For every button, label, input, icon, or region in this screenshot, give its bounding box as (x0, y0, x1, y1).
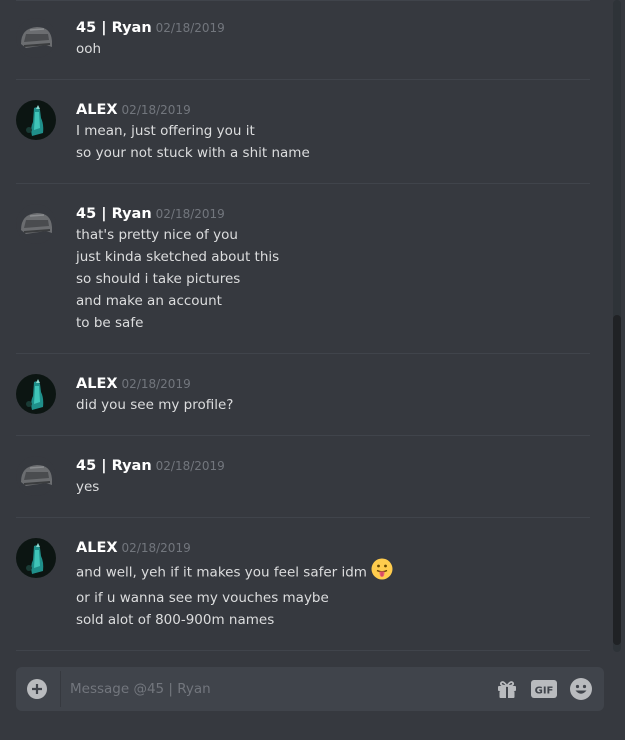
helmet-avatar[interactable] (16, 456, 56, 496)
message-composer: GIF (16, 667, 604, 711)
helmet-avatar[interactable] (16, 18, 56, 58)
message-line: yes (76, 479, 100, 495)
message-author[interactable]: 45 | Ryan (76, 206, 152, 222)
message-group: ALEX 02/18/2019 did you see my profile? (16, 354, 590, 436)
message-author[interactable]: ALEX (76, 102, 118, 118)
scrollbar-thumb[interactable] (613, 315, 621, 645)
message-line: or if u wanna see my vouches maybe (76, 590, 329, 606)
tongue-out-emoji-icon[interactable] (371, 558, 393, 587)
svg-text:GIF: GIF (535, 686, 554, 697)
plus-circle-icon[interactable] (26, 678, 48, 700)
message-group: 45 | Ryan 02/18/2019 ooh (16, 0, 590, 80)
message-group: 45 | Ryan 02/18/2019 yes (16, 436, 590, 518)
alex-avatar[interactable] (16, 538, 56, 578)
message-author[interactable]: 45 | Ryan (76, 20, 152, 36)
smiley-icon[interactable] (569, 677, 593, 701)
message-group: 45 | Ryan 02/18/2019 that's pretty nice o… (16, 184, 590, 354)
message-line: sold alot of 800-900m names (76, 612, 275, 628)
message-group: ALEX 02/18/2019 and well, yeh if it makes… (16, 518, 590, 651)
message-line: to be safe (76, 315, 144, 331)
message-line: so should i take pictures (76, 271, 241, 287)
alex-avatar[interactable] (16, 100, 56, 140)
message-line: ooh (76, 41, 102, 57)
message-author[interactable]: ALEX (76, 376, 118, 392)
alex-avatar[interactable] (16, 374, 56, 414)
gif-icon[interactable]: GIF (531, 679, 557, 699)
message-line: I mean, just offering you it (76, 123, 255, 139)
message-line: so your not stuck with a shit name (76, 145, 310, 161)
message-author[interactable]: 45 | Ryan (76, 458, 152, 474)
message-line-text: and well, yeh if it makes you feel safer… (76, 564, 367, 581)
message-group: ALEX 02/18/2019 I mean, just offering you… (16, 80, 590, 184)
message-line: and make an account (76, 293, 222, 309)
message-timestamp: 02/18/2019 (121, 541, 191, 555)
composer-divider (60, 671, 61, 707)
message-line: that's pretty nice of you (76, 227, 238, 243)
message-timestamp: 02/18/2019 (155, 21, 225, 35)
message-input[interactable] (70, 667, 470, 711)
message-author[interactable]: ALEX (76, 540, 118, 556)
helmet-avatar[interactable] (16, 204, 56, 244)
message-line: did you see my profile? (76, 397, 234, 413)
message-timestamp: 02/18/2019 (155, 459, 225, 473)
message-timestamp: 02/18/2019 (155, 207, 225, 221)
message-timestamp: 02/18/2019 (121, 377, 191, 391)
message-line: and well, yeh if it makes you feel safer… (76, 558, 590, 587)
message-list[interactable]: 45 | Ryan 02/18/2019 ooh ALEX 02/18/2019 I… (0, 0, 610, 652)
message-timestamp: 02/18/2019 (121, 103, 191, 117)
message-line: just kinda sketched about this (76, 249, 280, 265)
gift-icon[interactable] (496, 678, 518, 700)
